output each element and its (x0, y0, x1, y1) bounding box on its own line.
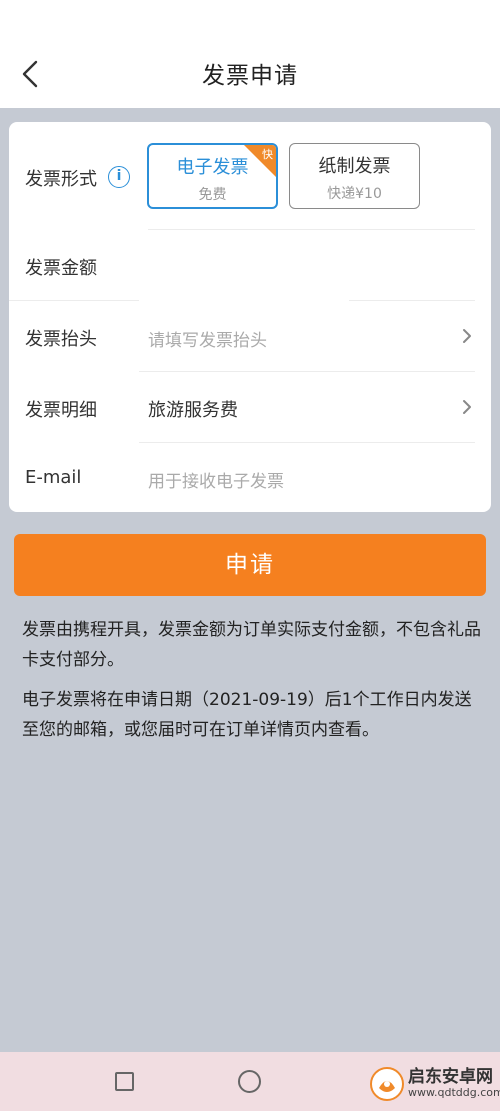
electronic-invoice-option[interactable]: 电子发票 免费 快 (147, 143, 278, 209)
chevron-right-icon[interactable] (459, 326, 475, 346)
invoice-header-input[interactable]: 请填写发票抬头 (148, 326, 267, 351)
page-title: 发票申请 (202, 63, 298, 89)
invoice-amount-label: 发票金额 (25, 258, 97, 279)
watermark-url: www.qdtddg.com (408, 1086, 500, 1099)
nav-home-icon[interactable] (238, 1070, 261, 1093)
divider (148, 229, 475, 230)
invoice-form-card: 发票形式 i 电子发票 免费 快 纸制发票 快递¥10 发票金额 发票抬头 请填… (9, 122, 491, 512)
info-icon[interactable]: i (108, 166, 130, 188)
divider (139, 442, 475, 443)
electronic-invoice-price: 免费 (198, 187, 227, 203)
watermark-logo (370, 1067, 404, 1101)
invoice-detail-label: 发票明细 (25, 400, 97, 421)
email-label: E-mail (25, 467, 82, 488)
chevron-right-icon[interactable] (459, 397, 475, 417)
delivery-note: 电子发票将在申请日期（2021-09-19）后1个工作日内发送至您的邮箱，或您届… (22, 690, 472, 740)
invoice-note: 发票由携程开具，发票金额为订单实际支付金额，不包含礼品卡支付部分。 (22, 620, 481, 670)
paper-invoice-title: 纸制发票 (318, 156, 391, 177)
site-watermark: 启东安卓网 www.qdtddg.com (370, 1060, 500, 1108)
submit-button[interactable]: 申请 (14, 534, 486, 596)
divider (139, 371, 475, 372)
divider (349, 300, 475, 301)
paper-invoice-option[interactable]: 纸制发票 快递¥10 (289, 143, 420, 209)
nav-recents-icon[interactable] (115, 1072, 134, 1091)
divider (9, 300, 139, 301)
email-input[interactable]: 用于接收电子发票 (148, 467, 284, 492)
header-bar: 发票申请 (0, 0, 500, 108)
invoice-header-label: 发票抬头 (25, 329, 97, 350)
paper-invoice-price: 快递¥10 (327, 186, 382, 202)
invoice-type-label: 发票形式 (25, 169, 97, 190)
invoice-detail-value[interactable]: 旅游服务费 (148, 396, 238, 422)
fast-badge-text: 快 (262, 148, 273, 161)
watermark-name: 启东安卓网 (408, 1067, 493, 1087)
